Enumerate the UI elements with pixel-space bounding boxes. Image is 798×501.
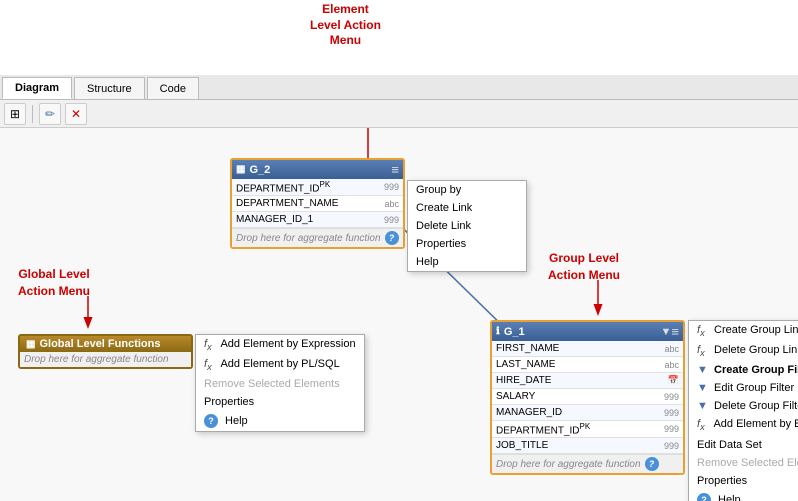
g1-field-2: LAST_NAME abc <box>492 357 683 373</box>
tab-bar: Diagram Structure Code <box>0 75 798 100</box>
element-level-menu: Group by Create Link Delete Link Propert… <box>407 180 527 272</box>
global-menu-add-expr[interactable]: fx Add Element by Expression <box>196 335 364 355</box>
g1-drop-area[interactable]: Drop here for aggregate function ? <box>492 454 683 473</box>
menu-group-by[interactable]: Group by <box>408 181 526 199</box>
g2-icon: ▦ <box>236 164 245 175</box>
group-menu-delete-link[interactable]: fx Delete Group Link <box>689 341 798 361</box>
global-title: Global Level Functions <box>39 338 185 350</box>
menu-properties[interactable]: Properties <box>408 235 526 253</box>
toolbar: ⊞ ✏ ✕ <box>0 100 798 128</box>
annotation-element-level: ElementLevel ActionMenu <box>310 2 381 49</box>
menu-delete-link[interactable]: Delete Link <box>408 217 526 235</box>
group-menu-create-filter[interactable]: ▼ Create Group Filter <box>689 361 798 379</box>
group-menu-delete-filter[interactable]: ▼ Delete Group Filter <box>689 397 798 415</box>
label-group-level: Group LevelAction Menu <box>548 250 620 284</box>
global-menu-remove: Remove Selected Elements <box>196 375 364 393</box>
toolbar-edit-btn[interactable]: ✏ <box>39 103 61 125</box>
g2-field-1: DEPARTMENT_IDPK 999 <box>232 179 403 196</box>
g1-title: G_1 <box>500 326 661 338</box>
g1-field-1: FIRST_NAME abc <box>492 341 683 357</box>
toolbar-grid-btn[interactable]: ⊞ <box>4 103 26 125</box>
g2-field-3: MANAGER_ID_1 999 <box>232 212 403 228</box>
fx-icon-5: fx <box>697 418 711 432</box>
fx-icon-4: fx <box>697 344 711 358</box>
g1-field-4: SALARY 999 <box>492 389 683 405</box>
tab-diagram[interactable]: Diagram <box>2 77 72 99</box>
group-help-icon: ? <box>697 493 711 501</box>
g2-drop-area[interactable]: Drop here for aggregate function ? <box>232 228 403 247</box>
canvas: Global LevelAction Menu Group LevelActio… <box>0 128 798 501</box>
g2-field-2: DEPARTMENT_NAME abc <box>232 196 403 212</box>
g1-menu-icon[interactable]: ≡ <box>671 324 679 339</box>
filter-icon-1: ▼ <box>697 364 711 376</box>
g1-filter-icon: ▼ <box>661 326 672 338</box>
group-menu-edit-filter[interactable]: ▼ Edit Group Filter <box>689 379 798 397</box>
fx-icon-2: fx <box>204 358 218 372</box>
global-header: ▦ Global Level Functions <box>20 336 191 352</box>
group-menu-create-link[interactable]: fx Create Group Link <box>689 321 798 341</box>
g1-field-5: MANAGER_ID 999 <box>492 405 683 421</box>
g1-field-3: HIRE_DATE 📅 <box>492 373 683 389</box>
label-global-level: Global LevelAction Menu <box>18 266 90 300</box>
group-menu-edit-dataset[interactable]: Edit Data Set <box>689 436 798 454</box>
menu-create-link[interactable]: Create Link <box>408 199 526 217</box>
global-level-menu: fx Add Element by Expression fx Add Elem… <box>195 334 365 432</box>
g1-block: ℹ G_1 ▼ ≡ FIRST_NAME abc LAST_NAME abc H… <box>490 320 685 475</box>
g2-menu-icon[interactable]: ≡ <box>391 162 399 177</box>
filter-icon-2: ▼ <box>697 382 711 394</box>
g1-header: ℹ G_1 ▼ ≡ <box>492 322 683 341</box>
g1-help-icon[interactable]: ? <box>645 457 659 471</box>
menu-help[interactable]: Help <box>408 253 526 271</box>
group-menu-help[interactable]: ? Help <box>689 490 798 501</box>
toolbar-sep-1 <box>32 105 33 123</box>
g1-field-7: JOB_TITLE 999 <box>492 438 683 454</box>
g2-help-icon[interactable]: ? <box>385 231 399 245</box>
toolbar-delete-btn[interactable]: ✕ <box>65 103 87 125</box>
group-level-menu: fx Create Group Link fx Delete Group Lin… <box>688 320 798 501</box>
global-menu-add-plsql[interactable]: fx Add Element by PL/SQL <box>196 355 364 375</box>
group-menu-properties[interactable]: Properties <box>689 472 798 490</box>
global-block: ▦ Global Level Functions Drop here for a… <box>18 334 193 369</box>
global-menu-help[interactable]: ? Help <box>196 411 364 431</box>
g2-header: ▦ G_2 ≡ <box>232 160 403 179</box>
fx-icon-3: fx <box>697 324 711 338</box>
global-grid-icon: ▦ <box>26 339 35 350</box>
global-help-icon: ? <box>204 414 218 428</box>
global-drop-area[interactable]: Drop here for aggregate function <box>20 352 191 367</box>
g1-field-6: DEPARTMENT_IDPK 999 <box>492 421 683 438</box>
g2-title: G_2 <box>245 164 391 176</box>
g2-block: ▦ G_2 ≡ DEPARTMENT_IDPK 999 DEPARTMENT_N… <box>230 158 405 249</box>
global-menu-properties[interactable]: Properties <box>196 393 364 411</box>
group-menu-remove: Remove Selected Elements <box>689 454 798 472</box>
tab-code[interactable]: Code <box>147 77 199 99</box>
fx-icon-1: fx <box>204 338 218 352</box>
tab-structure[interactable]: Structure <box>74 77 145 99</box>
group-menu-add-expr[interactable]: fx Add Element by Expression <box>689 415 798 435</box>
filter-icon-3: ▼ <box>697 400 711 412</box>
